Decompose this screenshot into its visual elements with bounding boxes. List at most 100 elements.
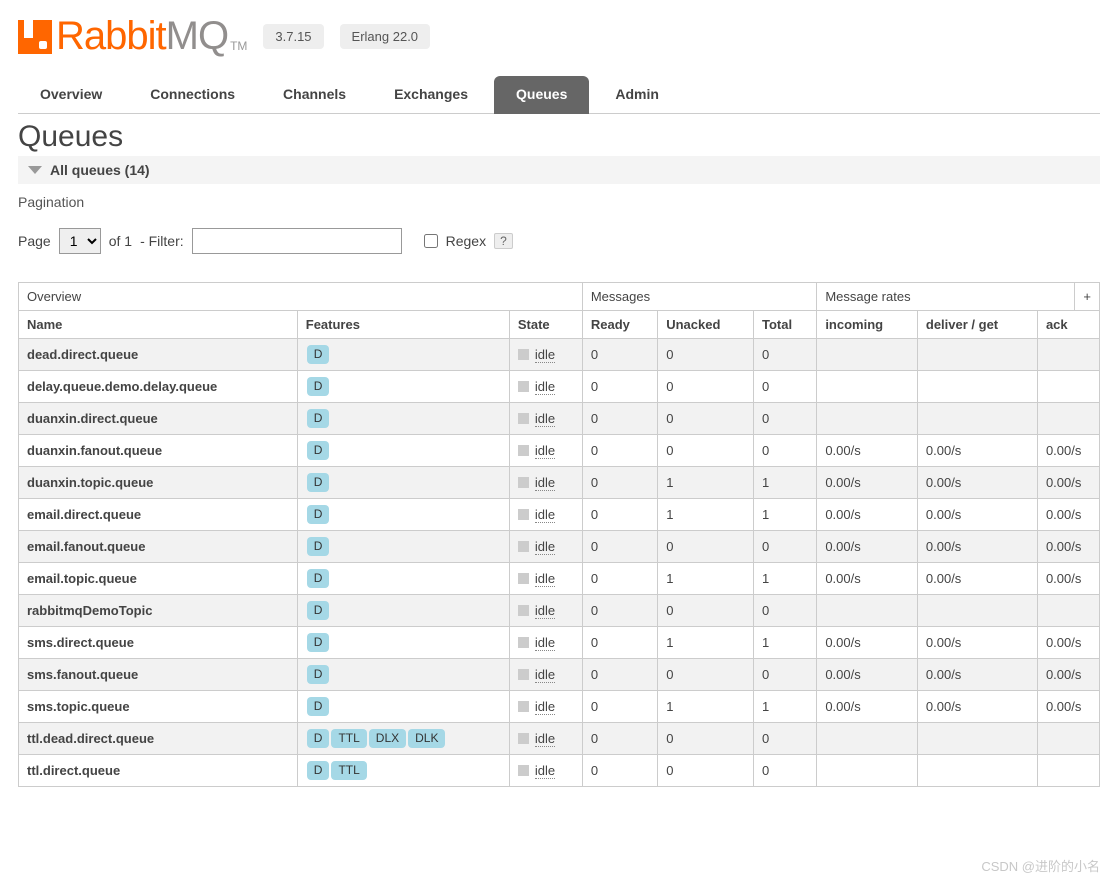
state-text: idle	[535, 763, 555, 779]
cell-ack: 0.00/s	[1037, 691, 1099, 723]
cell-ready: 0	[582, 627, 657, 659]
tab-connections[interactable]: Connections	[128, 76, 257, 114]
section-label: All queues (14)	[50, 162, 150, 178]
page-of-text: of 1	[109, 233, 132, 249]
col-ack[interactable]: ack	[1037, 311, 1099, 339]
tab-admin[interactable]: Admin	[593, 76, 681, 114]
state-text: idle	[535, 731, 555, 747]
queue-features: DTTLDLXDLK	[297, 723, 509, 755]
queue-name-link[interactable]: sms.direct.queue	[19, 627, 298, 659]
cell-ready: 0	[582, 691, 657, 723]
feature-badge-d: D	[307, 633, 330, 652]
cell-deliver	[917, 755, 1037, 787]
cell-incoming: 0.00/s	[817, 435, 918, 467]
queue-name-link[interactable]: sms.fanout.queue	[19, 659, 298, 691]
col-unacked[interactable]: Unacked	[658, 311, 754, 339]
queue-features: D	[297, 403, 509, 435]
queue-name-link[interactable]: ttl.direct.queue	[19, 755, 298, 787]
regex-checkbox[interactable]	[424, 234, 438, 248]
queue-state: idle	[509, 691, 582, 723]
queue-state: idle	[509, 339, 582, 371]
cell-deliver	[917, 595, 1037, 627]
feature-badge-ttl: TTL	[331, 761, 366, 780]
tab-channels[interactable]: Channels	[261, 76, 368, 114]
cell-total: 1	[753, 563, 816, 595]
queue-features: D	[297, 371, 509, 403]
queue-features: D	[297, 627, 509, 659]
queue-state: idle	[509, 499, 582, 531]
state-text: idle	[535, 667, 555, 683]
table-row: email.topic.queueDidle0110.00/s0.00/s0.0…	[19, 563, 1100, 595]
col-state[interactable]: State	[509, 311, 582, 339]
state-indicator-icon	[518, 733, 529, 744]
cell-deliver: 0.00/s	[917, 499, 1037, 531]
cell-unacked: 0	[658, 403, 754, 435]
state-indicator-icon	[518, 637, 529, 648]
cell-unacked: 0	[658, 371, 754, 403]
feature-badge-d: D	[307, 345, 330, 364]
cell-total: 0	[753, 531, 816, 563]
col-incoming[interactable]: incoming	[817, 311, 918, 339]
cell-ack: 0.00/s	[1037, 467, 1099, 499]
queue-name-link[interactable]: delay.queue.demo.delay.queue	[19, 371, 298, 403]
page-select[interactable]: 1	[59, 228, 101, 254]
queue-name-link[interactable]: ttl.dead.direct.queue	[19, 723, 298, 755]
state-text: idle	[535, 507, 555, 523]
tab-exchanges[interactable]: Exchanges	[372, 76, 490, 114]
cell-ack	[1037, 403, 1099, 435]
cell-total: 0	[753, 371, 816, 403]
section-all-queues[interactable]: All queues (14)	[18, 156, 1100, 184]
cell-incoming: 0.00/s	[817, 627, 918, 659]
add-column-button[interactable]: +	[1075, 283, 1100, 311]
table-row: duanxin.topic.queueDidle0110.00/s0.00/s0…	[19, 467, 1100, 499]
queue-name-link[interactable]: duanxin.topic.queue	[19, 467, 298, 499]
table-row: duanxin.direct.queueDidle000	[19, 403, 1100, 435]
cell-unacked: 0	[658, 659, 754, 691]
rabbitmq-logo[interactable]: RabbitMQ TM	[18, 14, 247, 59]
logo-text: RabbitMQ	[56, 14, 228, 59]
cell-ready: 0	[582, 531, 657, 563]
col-features[interactable]: Features	[297, 311, 509, 339]
cell-deliver: 0.00/s	[917, 531, 1037, 563]
queue-features: D	[297, 435, 509, 467]
queue-name-link[interactable]: dead.direct.queue	[19, 339, 298, 371]
cell-ack: 0.00/s	[1037, 627, 1099, 659]
cell-deliver: 0.00/s	[917, 691, 1037, 723]
feature-badge-d: D	[307, 441, 330, 460]
col-total[interactable]: Total	[753, 311, 816, 339]
cell-ack	[1037, 595, 1099, 627]
cell-total: 1	[753, 691, 816, 723]
page-label: Page	[18, 233, 51, 249]
col-ready[interactable]: Ready	[582, 311, 657, 339]
queue-name-link[interactable]: email.direct.queue	[19, 499, 298, 531]
queue-name-link[interactable]: email.topic.queue	[19, 563, 298, 595]
cell-deliver: 0.00/s	[917, 467, 1037, 499]
col-deliver-get[interactable]: deliver / get	[917, 311, 1037, 339]
tab-queues[interactable]: Queues	[494, 76, 589, 114]
queue-features: D	[297, 499, 509, 531]
cell-incoming: 0.00/s	[817, 499, 918, 531]
tab-overview[interactable]: Overview	[18, 76, 124, 114]
queue-name-link[interactable]: email.fanout.queue	[19, 531, 298, 563]
cell-unacked: 0	[658, 723, 754, 755]
page-title: Queues	[18, 120, 1100, 154]
queue-name-link[interactable]: sms.topic.queue	[19, 691, 298, 723]
filter-input[interactable]	[192, 228, 402, 254]
queue-name-link[interactable]: duanxin.fanout.queue	[19, 435, 298, 467]
queue-name-link[interactable]: duanxin.direct.queue	[19, 403, 298, 435]
queue-features: D	[297, 531, 509, 563]
cell-ack: 0.00/s	[1037, 499, 1099, 531]
queue-state: idle	[509, 723, 582, 755]
queue-state: idle	[509, 467, 582, 499]
help-icon[interactable]: ?	[494, 233, 513, 249]
queue-features: D	[297, 691, 509, 723]
col-name[interactable]: Name	[19, 311, 298, 339]
cell-ready: 0	[582, 563, 657, 595]
cell-total: 0	[753, 435, 816, 467]
table-row: rabbitmqDemoTopicDidle000	[19, 595, 1100, 627]
cell-incoming	[817, 403, 918, 435]
table-row: ttl.dead.direct.queueDTTLDLXDLKidle000	[19, 723, 1100, 755]
cell-incoming	[817, 339, 918, 371]
queue-name-link[interactable]: rabbitmqDemoTopic	[19, 595, 298, 627]
feature-badge-d: D	[307, 697, 330, 716]
